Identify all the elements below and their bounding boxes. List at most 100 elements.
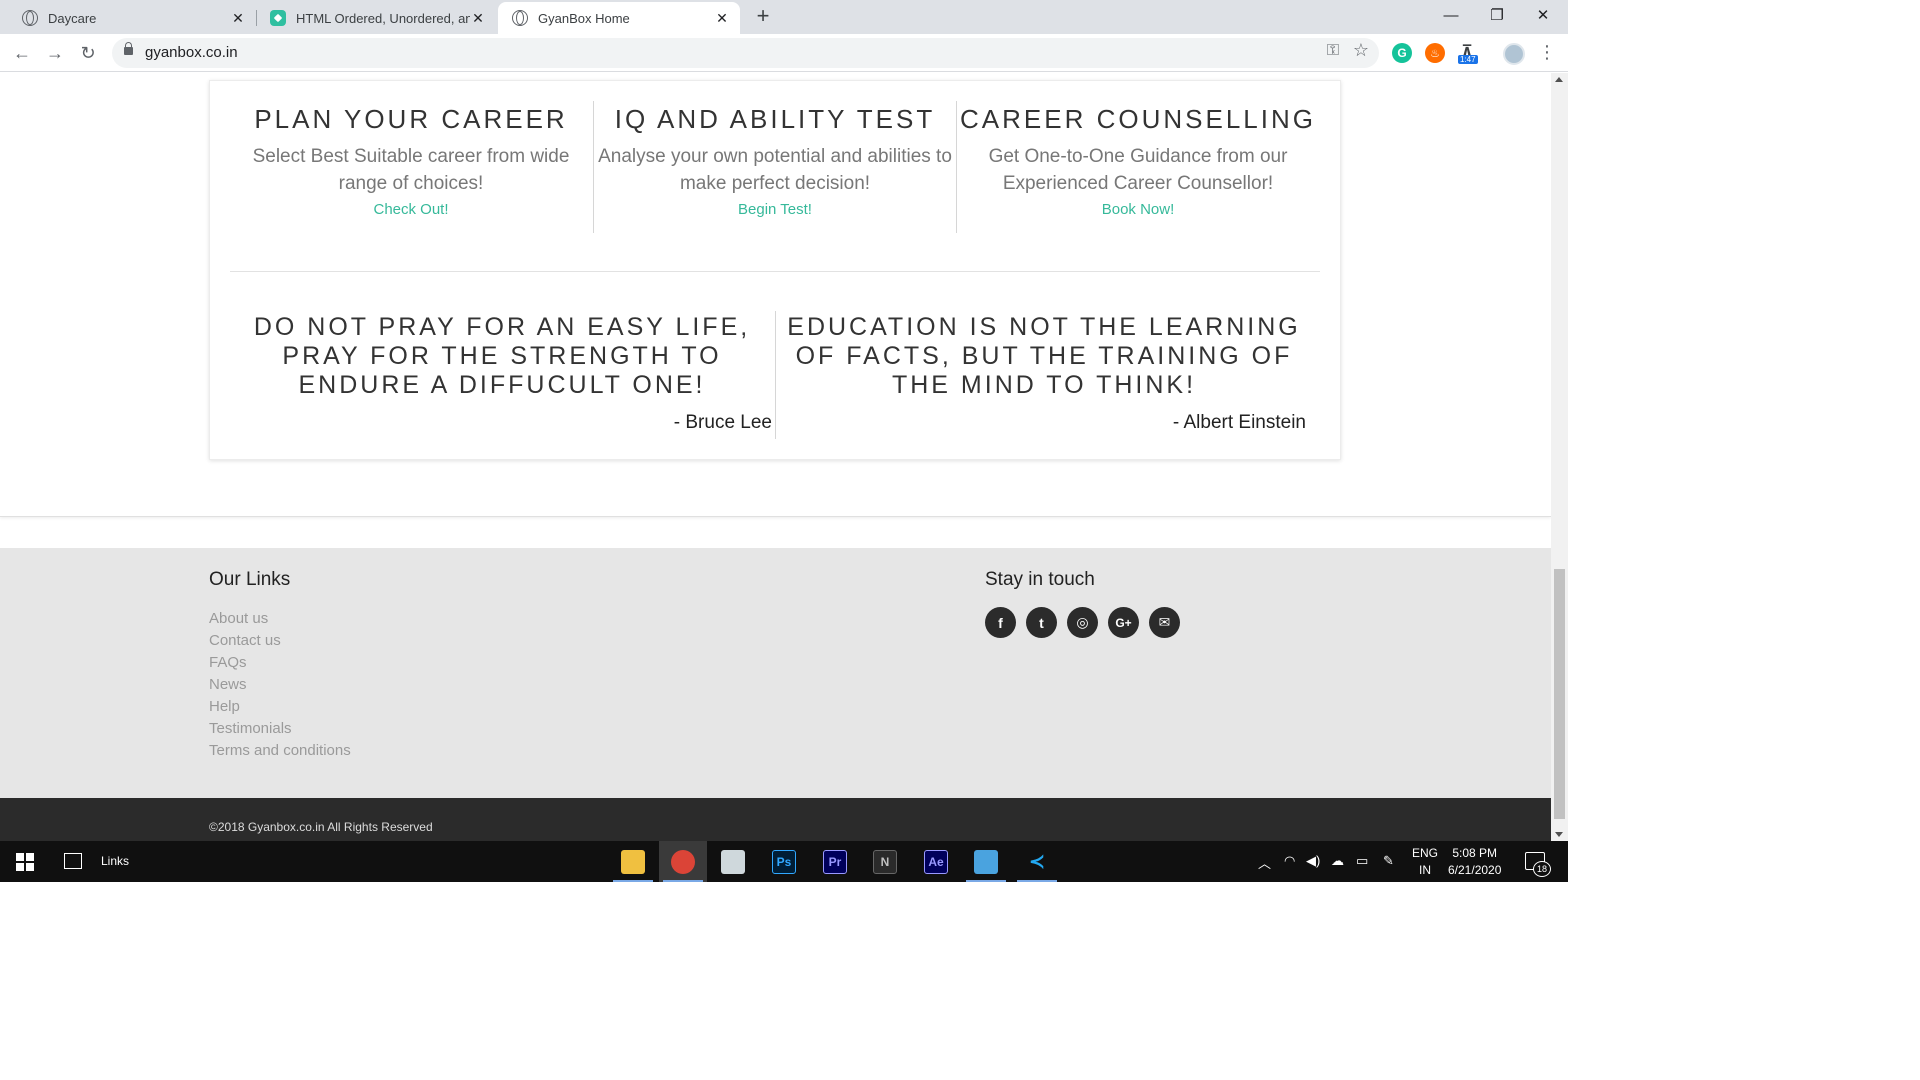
feature-plan-career: PLAN YOUR CAREER Select Best Suitable ca… <box>230 101 592 218</box>
email-icon[interactable]: ✉ <box>1149 607 1180 638</box>
extension-badge: 1:47 <box>1458 55 1478 64</box>
site-hexagon-icon <box>270 10 286 26</box>
globe-icon <box>22 10 38 26</box>
feature-title: IQ AND ABILITY TEST <box>614 104 936 134</box>
tab-title: Daycare <box>48 10 97 26</box>
close-window-button[interactable]: ✕ <box>1520 0 1566 30</box>
pen-icon[interactable]: ✎ <box>1383 853 1394 869</box>
app-icon[interactable]: N <box>861 841 909 882</box>
file-explorer-icon[interactable] <box>609 841 657 882</box>
tab-gyanbox-home[interactable]: GyanBox Home ✕ <box>498 2 740 34</box>
photoshop-icon[interactable]: Ps <box>760 841 808 882</box>
menu-icon[interactable]: ⋮ <box>1538 42 1556 63</box>
language-indicator[interactable]: ENG IN <box>1412 845 1438 879</box>
book-now-link[interactable]: Book Now! <box>957 201 1319 218</box>
volume-icon[interactable]: ◀) <box>1306 853 1320 869</box>
language-code: ENG <box>1412 846 1439 860</box>
link-testimonials[interactable]: Testimonials <box>209 718 351 740</box>
system-clock[interactable]: 5:08 PM 6/21/2020 <box>1448 845 1501 879</box>
fire-extension-icon[interactable]: ♨ <box>1425 43 1445 63</box>
task-view-icon[interactable] <box>64 853 82 869</box>
wifi-icon[interactable]: ◠ <box>1284 853 1295 869</box>
feature-description: Analyse your own potential and abilities… <box>598 146 952 194</box>
scrollbar-thumb[interactable] <box>1554 569 1565 819</box>
social-icons: f t ◎ G+ ✉ <box>985 607 1180 638</box>
content-box: PLAN YOUR CAREER Select Best Suitable ca… <box>209 80 1341 460</box>
windows-taskbar: Links Ps Pr N Ae ≺ ︿ ◠ ◀) ☁ ▭ ✎ ENG IN 5… <box>0 841 1568 882</box>
close-tab-icon[interactable]: ✕ <box>230 10 246 27</box>
tab-daycare[interactable]: Daycare ✕ <box>8 2 256 34</box>
close-tab-icon[interactable]: ✕ <box>470 10 486 27</box>
lock-icon[interactable] <box>124 42 133 55</box>
tab-title: GyanBox Home <box>538 10 630 26</box>
footer-links: About us Contact us FAQs News Help Testi… <box>209 608 351 762</box>
quote-text: EDUCATION IS NOT THE LEARNING OF FACTS, … <box>787 313 1301 399</box>
quote-albert-einstein: EDUCATION IS NOT THE LEARNING OF FACTS, … <box>782 313 1306 434</box>
link-help[interactable]: Help <box>209 696 351 718</box>
link-news[interactable]: News <box>209 674 351 696</box>
facebook-icon[interactable]: f <box>985 607 1016 638</box>
maximize-button[interactable]: ❐ <box>1474 0 1520 30</box>
after-effects-icon[interactable]: Ae <box>912 841 960 882</box>
avatar[interactable] <box>1503 43 1525 65</box>
tab-html-lists[interactable]: HTML Ordered, Unordered, and D ✕ <box>256 2 496 34</box>
grammarly-extension-icon[interactable]: G <box>1392 43 1412 63</box>
reload-button[interactable]: ↻ <box>75 40 101 66</box>
quote-bruce-lee: DO NOT PRAY FOR AN EASY LIFE, PRAY FOR T… <box>232 313 772 434</box>
back-button[interactable]: ← <box>9 40 35 66</box>
onedrive-icon[interactable]: ☁ <box>1331 853 1344 869</box>
quote-author: - Bruce Lee <box>673 412 772 433</box>
feature-career-counselling: CAREER COUNSELLING Get One-to-One Guidan… <box>957 101 1319 218</box>
chrome-icon[interactable] <box>659 841 707 882</box>
premiere-icon[interactable]: Pr <box>811 841 859 882</box>
our-links-heading: Our Links <box>209 569 291 590</box>
clock-date: 6/21/2020 <box>1448 863 1502 877</box>
link-faqs[interactable]: FAQs <box>209 652 351 674</box>
google-plus-icon[interactable]: G+ <box>1108 607 1139 638</box>
twitter-icon[interactable]: t <box>1026 607 1057 638</box>
tab-title: HTML Ordered, Unordered, and D <box>296 10 470 26</box>
quote-text: DO NOT PRAY FOR AN EASY LIFE, PRAY FOR T… <box>253 313 751 399</box>
main-section: PLAN YOUR CAREER Select Best Suitable ca… <box>0 73 1551 517</box>
link-terms[interactable]: Terms and conditions <box>209 740 351 762</box>
globe-icon <box>512 10 528 26</box>
minimize-button[interactable]: — <box>1428 0 1474 30</box>
key-icon[interactable]: ⚿ <box>1327 42 1339 60</box>
footer: Our Links About us Contact us FAQs News … <box>0 548 1551 798</box>
windows-start-icon[interactable] <box>16 853 34 871</box>
scroll-up-arrow-icon[interactable] <box>1555 77 1563 82</box>
browser-toolbar: ← → ↻ gyanbox.co.in ⚿ ☆ <box>0 34 1568 72</box>
feature-title: CAREER COUNSELLING <box>960 104 1316 134</box>
instagram-icon[interactable]: ◎ <box>1067 607 1098 638</box>
vertical-scrollbar[interactable] <box>1551 73 1568 841</box>
page: PLAN YOUR CAREER Select Best Suitable ca… <box>0 73 1551 841</box>
printer-icon[interactable] <box>709 841 757 882</box>
divider <box>230 271 1320 272</box>
check-out-link[interactable]: Check Out! <box>230 201 592 218</box>
vscode-icon[interactable]: ≺ <box>1013 841 1061 882</box>
battery-icon[interactable]: ▭ <box>1356 853 1368 869</box>
photos-icon[interactable] <box>962 841 1010 882</box>
link-contact-us[interactable]: Contact us <box>209 630 351 652</box>
region-code: IN <box>1419 863 1431 877</box>
stay-in-touch-heading: Stay in touch <box>985 569 1095 590</box>
address-bar[interactable]: gyanbox.co.in ⚿ ☆ <box>112 38 1379 68</box>
chevron-up-icon[interactable]: ︿ <box>1258 853 1271 872</box>
link-about-us[interactable]: About us <box>209 608 351 630</box>
scroll-down-arrow-icon[interactable] <box>1555 832 1563 837</box>
links-toolbar[interactable]: Links <box>101 854 129 868</box>
close-tab-icon[interactable]: ✕ <box>714 10 730 27</box>
feature-description: Select Best Suitable career from wide ra… <box>252 146 570 194</box>
new-tab-button[interactable]: + <box>750 4 776 30</box>
divider <box>775 311 776 439</box>
copyright-bar: ©2018 Gyanbox.co.in All Rights Reserved <box>0 798 1551 841</box>
begin-test-link[interactable]: Begin Test! <box>594 201 956 218</box>
copyright-text: ©2018 Gyanbox.co.in All Rights Reserved <box>209 820 433 834</box>
clock-time: 5:08 PM <box>1452 846 1498 860</box>
url-text[interactable]: gyanbox.co.in <box>145 44 238 61</box>
bookmark-star-icon[interactable]: ☆ <box>1353 40 1369 61</box>
quote-author: - Albert Einstein <box>1172 412 1306 433</box>
page-viewport: PLAN YOUR CAREER Select Best Suitable ca… <box>0 73 1568 841</box>
feature-iq-test: IQ AND ABILITY TEST Analyse your own pot… <box>594 101 956 218</box>
forward-button[interactable]: → <box>42 40 68 66</box>
